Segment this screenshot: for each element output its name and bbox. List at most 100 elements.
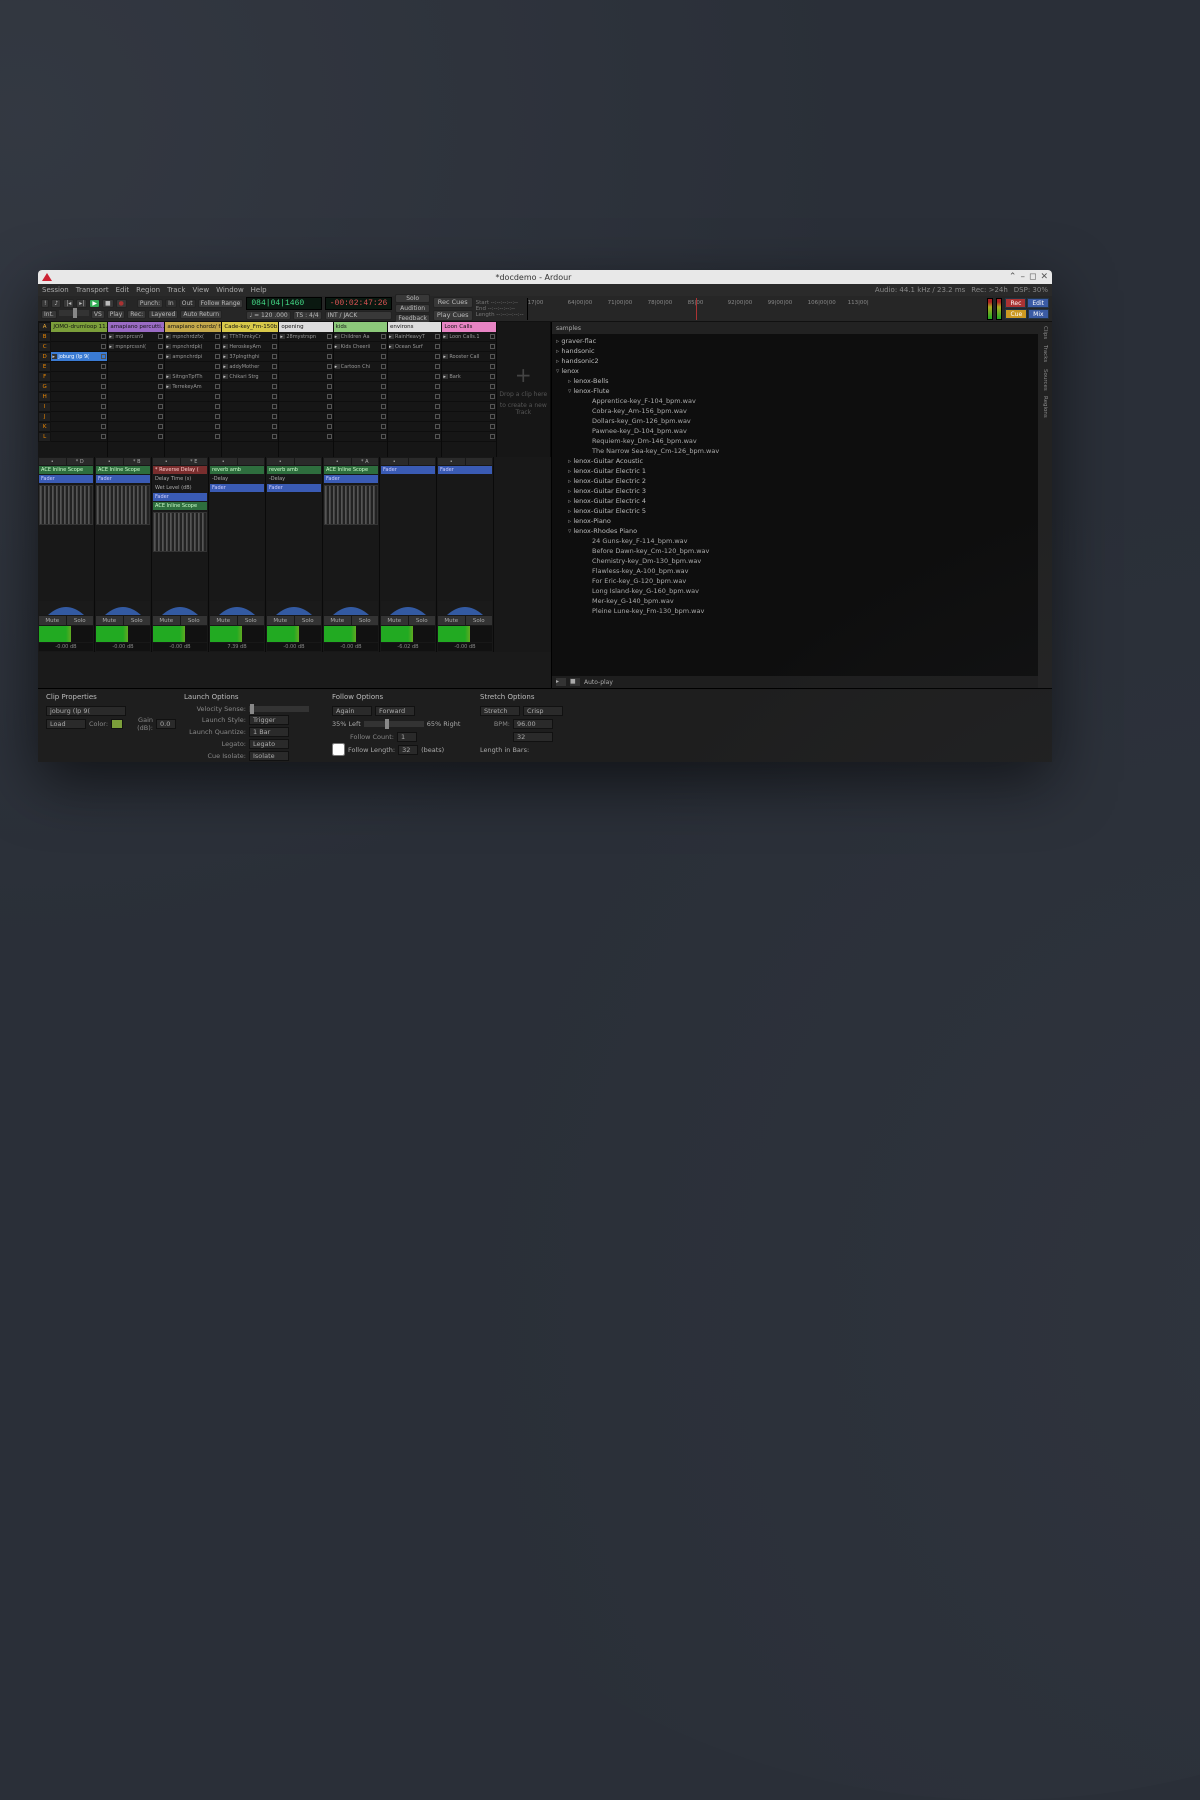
follow-again[interactable]: Again (332, 706, 372, 716)
browser-file[interactable]: Pleine Lune-key_Fm-130_bpm.wav (556, 606, 1034, 616)
fader-db[interactable]: 7.39 dB (210, 643, 264, 651)
clip-slot[interactable] (108, 402, 164, 412)
mute-button[interactable]: Mute (324, 616, 351, 625)
clip-slot[interactable]: Chikari Strg (222, 372, 278, 382)
mute-button[interactable]: Mute (267, 616, 294, 625)
follow-prob-slider[interactable] (364, 721, 424, 727)
plugin-slot[interactable]: ACE Inline Scope (39, 466, 93, 474)
panner[interactable] (153, 601, 207, 615)
clip-slot[interactable] (334, 412, 387, 422)
fader-db[interactable]: -0.00 dB (324, 643, 378, 651)
clip-slot[interactable] (334, 402, 387, 412)
mode-cue[interactable]: Cue (1005, 309, 1027, 319)
cue-D[interactable]: D (38, 352, 51, 362)
clip-slot[interactable] (51, 392, 107, 402)
plugin-slot[interactable]: Fader (267, 484, 321, 492)
minimize-icon[interactable]: ⌃ (1009, 272, 1017, 282)
cue-A[interactable]: A (38, 322, 51, 332)
clip-slot[interactable] (279, 382, 332, 392)
clip-slot[interactable]: Kids Cheerii (334, 342, 387, 352)
clip-slot[interactable] (334, 432, 387, 442)
clip-slot[interactable] (222, 392, 278, 402)
panner[interactable] (324, 601, 378, 615)
tool-start-icon[interactable]: |◂ (63, 299, 74, 308)
input-io[interactable]: • (381, 458, 408, 465)
mode-edit[interactable]: Edit (1027, 298, 1049, 308)
browser-folder[interactable]: lenox-Flute (556, 386, 1034, 396)
solo-button[interactable]: Solo (409, 616, 436, 625)
browser-folder[interactable]: lenox-Guitar Acoustic (556, 456, 1034, 466)
clip-slot[interactable]: TThThmkyCr (222, 332, 278, 342)
clip-slot[interactable] (51, 362, 107, 372)
clip-slot[interactable]: ampnchrdpi (165, 352, 221, 362)
menu-edit[interactable]: Edit (116, 286, 130, 294)
output-io[interactable]: * B (124, 458, 151, 465)
clip-slot[interactable] (165, 402, 221, 412)
browser-file[interactable]: Before Dawn-key_Cm-120_bpm.wav (556, 546, 1034, 556)
clip-slot[interactable] (51, 402, 107, 412)
fader-db[interactable]: -0.00 dB (267, 643, 321, 651)
clip-slot[interactable] (279, 402, 332, 412)
panner[interactable] (96, 601, 150, 615)
clip-slot[interactable] (108, 392, 164, 402)
rec-cues-button[interactable]: Rec Cues (433, 297, 473, 308)
browser-folder[interactable]: lenox-Guitar Electric 3 (556, 486, 1034, 496)
input-io[interactable]: • (96, 458, 123, 465)
track-header[interactable]: amapiano chordz/ fx (165, 322, 221, 332)
mute-button[interactable]: Mute (96, 616, 123, 625)
cue-L[interactable]: L (38, 432, 51, 442)
stretch-toggle[interactable]: Stretch (480, 706, 520, 716)
autoplay-toggle[interactable]: Auto-play (584, 679, 613, 686)
tool-end-icon[interactable]: ▸| (76, 299, 87, 308)
cue-G[interactable]: G (38, 382, 51, 392)
clip-slot[interactable] (279, 372, 332, 382)
clip-slot[interactable] (165, 362, 221, 372)
solo-button[interactable]: Solo (124, 616, 151, 625)
mute-button[interactable]: Mute (438, 616, 465, 625)
clip-slot[interactable]: Ocean Surf (388, 342, 441, 352)
browser-folder[interactable]: handsonic (556, 346, 1034, 356)
cue-J[interactable]: J (38, 412, 51, 422)
plugin-slot[interactable]: Fader (96, 475, 150, 483)
clip-slot[interactable] (442, 392, 495, 402)
clip-slot[interactable] (334, 392, 387, 402)
load-button[interactable]: Load (46, 719, 86, 729)
tool-midi-icon[interactable]: ♪ (51, 299, 61, 308)
rec-button[interactable]: ● (116, 299, 127, 308)
plugin-slot[interactable]: Fader (39, 475, 93, 483)
clip-slot[interactable] (165, 432, 221, 442)
auto-return[interactable]: Auto Return (180, 310, 222, 319)
output-io[interactable] (295, 458, 322, 465)
browser-folder[interactable]: lenox-Guitar Electric 1 (556, 466, 1034, 476)
clip-slot[interactable] (279, 342, 332, 352)
clip-slot[interactable] (279, 412, 332, 422)
clip-slot[interactable] (108, 362, 164, 372)
close-button[interactable]: ✕ (1040, 272, 1048, 282)
clip-slot[interactable] (51, 412, 107, 422)
stop-button[interactable]: ■ (102, 299, 114, 308)
panner[interactable] (381, 601, 435, 615)
clip-slot[interactable]: Children Aa (334, 332, 387, 342)
browser-file[interactable]: Mer-key_G-140_bpm.wav (556, 596, 1034, 606)
tab-tracks[interactable]: Tracks (1042, 345, 1048, 362)
menu-region[interactable]: Region (136, 286, 160, 294)
new-track-dropzone[interactable]: +Drop a clip hereto create a new Track (497, 322, 551, 457)
output-io[interactable]: * D (67, 458, 94, 465)
clip-slot[interactable] (165, 422, 221, 432)
punch-in[interactable]: In (165, 299, 177, 308)
clip-slot[interactable] (334, 382, 387, 392)
tool-exclaim-icon[interactable]: ! (41, 299, 49, 308)
fader-db[interactable]: -0.00 dB (153, 643, 207, 651)
clip-slot[interactable] (51, 432, 107, 442)
follow-forward[interactable]: Forward (375, 706, 415, 716)
clip-slot[interactable] (51, 372, 107, 382)
output-io[interactable] (238, 458, 265, 465)
tempo-display[interactable]: ♩ = 120 .000 (246, 311, 290, 320)
clip-slot[interactable] (334, 422, 387, 432)
browser-folder[interactable]: lenox-Guitar Electric 5 (556, 506, 1034, 516)
clock-bbt[interactable]: 084|04|1460 (246, 297, 321, 310)
clip-slot[interactable]: joburg (lp 9( (51, 352, 107, 362)
tab-regions[interactable]: Regions (1042, 396, 1048, 418)
mode-rec[interactable]: Rec (1005, 298, 1026, 308)
punch-out[interactable]: Out (179, 299, 196, 308)
